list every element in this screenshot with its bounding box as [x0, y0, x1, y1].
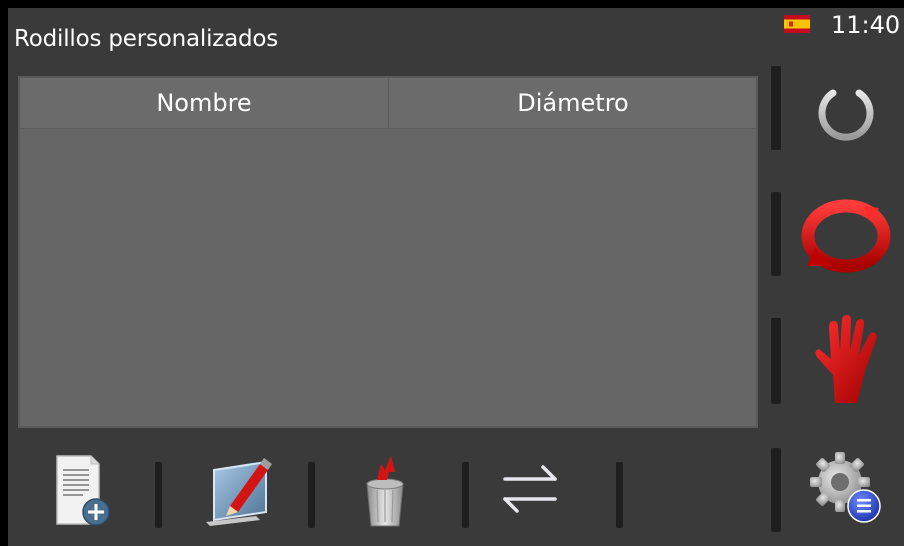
- red-hand-icon: [815, 315, 877, 403]
- settings-button[interactable]: [792, 434, 900, 542]
- side-divider: [771, 318, 781, 404]
- page-title: Rodillos personalizados: [14, 26, 279, 52]
- delete-roller-button[interactable]: [325, 440, 445, 540]
- swap-arrows-icon: [503, 465, 557, 513]
- table-header: Nombre Diámetro: [20, 78, 756, 129]
- column-header-diameter[interactable]: Diámetro: [388, 78, 757, 128]
- power-button[interactable]: [792, 56, 900, 164]
- side-divider: [771, 448, 781, 532]
- column-header-name[interactable]: Nombre: [20, 78, 388, 128]
- gear-list-icon: [810, 452, 881, 523]
- clock: 11:40: [831, 11, 901, 39]
- spain-flag-icon[interactable]: [784, 15, 810, 33]
- toolbar-divider: [155, 462, 162, 528]
- reset-cycle-button[interactable]: [792, 182, 900, 290]
- stop-hand-button[interactable]: [792, 306, 900, 414]
- red-rotation-icon: [801, 199, 891, 273]
- edit-roller-button[interactable]: [176, 440, 296, 540]
- rollers-table: Nombre Diámetro: [18, 76, 758, 428]
- toolbar-divider: [616, 462, 623, 528]
- transfer-button[interactable]: [470, 440, 590, 540]
- document-add-icon: [56, 455, 110, 526]
- power-icon: [818, 79, 874, 141]
- trash-can-icon: [366, 456, 404, 527]
- window-top-border: [0, 0, 904, 8]
- window-left-border: [0, 0, 8, 546]
- toolbar-divider: [462, 462, 469, 528]
- side-divider: [771, 66, 781, 150]
- add-roller-button[interactable]: [20, 440, 140, 540]
- pencil-edit-icon: [206, 458, 272, 526]
- toolbar-divider: [308, 462, 315, 528]
- table-body[interactable]: [20, 129, 756, 426]
- side-divider: [771, 192, 781, 276]
